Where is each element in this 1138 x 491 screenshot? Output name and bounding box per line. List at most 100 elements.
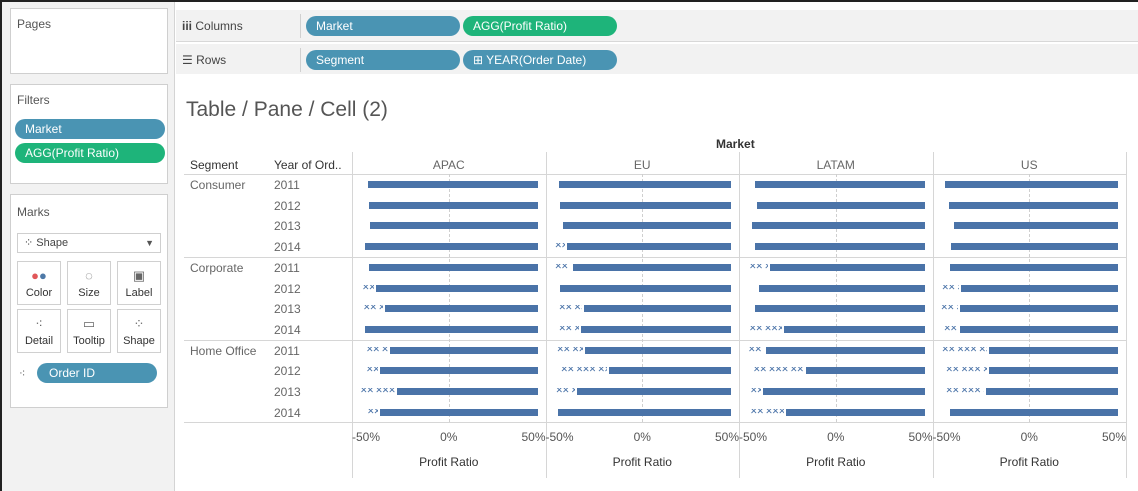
marks-color-button[interactable]: ●● Color	[17, 261, 61, 305]
year-label: 2014	[274, 405, 301, 420]
x-mark: ✕✕ ✕✕✕ ✕✕ ✕✕✕✕ ✕✕ ✕✕✕✕ ✕✕	[945, 388, 984, 395]
x-tick-label: -50%	[352, 430, 381, 445]
x-mark-band	[959, 305, 1118, 313]
year-label: 2013	[274, 219, 301, 234]
marks-tooltip-button[interactable]: ▭ Tooltip	[67, 309, 111, 353]
marks-size-label: Size	[78, 287, 100, 299]
column-header-us: US	[1020, 158, 1038, 172]
x-mark-band	[584, 346, 731, 354]
segment-label: Corporate	[190, 260, 244, 275]
column-header-eu: EU	[633, 158, 651, 172]
x-mark-band	[608, 367, 731, 375]
marks-label-button[interactable]: ▣ Label	[117, 261, 161, 305]
marks-shape-button[interactable]: ⁘ Shape	[117, 309, 161, 353]
x-mark: ✕✕ ✕✕✕ ✕✕ ✕✕✕✕ ✕✕ ✕✕✕✕ ✕✕	[366, 367, 378, 375]
x-axis-title: Profit Ratio	[806, 455, 866, 470]
rows-shelf[interactable]: ☰ Rows Segment ⊞ YEAR(Order Date)	[176, 44, 1138, 76]
year-label: 2012	[274, 281, 301, 296]
x-mark: ✕✕ ✕✕✕ ✕✕ ✕✕✕✕ ✕✕ ✕✕✕✕ ✕✕	[360, 388, 395, 395]
x-mark-band	[784, 325, 925, 333]
header-line	[184, 174, 1126, 175]
year-label: 2011	[274, 260, 300, 275]
detail-icon: ⁖	[19, 368, 26, 380]
color-dots-icon: ●●	[31, 268, 47, 283]
mark-type-value: Shape	[36, 237, 69, 249]
segment-separator	[184, 339, 1126, 341]
detail-pill-order-id[interactable]: Order ID	[37, 363, 157, 383]
left-panel: Pages Filters Market AGG(Profit Ratio) M…	[2, 2, 175, 491]
x-mark: ✕✕ ✕✕✕ ✕✕ ✕✕✕✕ ✕✕ ✕✕✕✕ ✕✕	[367, 408, 378, 416]
segment-label: Consumer	[190, 178, 246, 192]
x-tick-label: 50%	[714, 430, 739, 445]
x-mark-band	[944, 181, 1118, 188]
columns-pill-market[interactable]: Market	[306, 16, 460, 36]
x-mark: ✕✕ ✕✕✕ ✕✕ ✕✕✕✕ ✕✕ ✕✕✕✕ ✕✕	[748, 346, 764, 354]
viz-area: Table / Pane / Cell (2) Market Segment Y…	[176, 74, 1138, 491]
x-mark-band	[365, 243, 538, 251]
x-tick-label: -50%	[739, 430, 768, 445]
filters-card[interactable]: Filters Market AGG(Profit Ratio)	[10, 84, 168, 184]
marks-detail-label: Detail	[24, 335, 54, 347]
x-mark: ✕✕ ✕✕✕ ✕✕ ✕✕✕✕ ✕✕ ✕✕✕✕ ✕✕	[750, 388, 761, 395]
x-axis-title: Profit Ratio	[999, 455, 1059, 470]
marks-detail-button[interactable]: ⁖ Detail	[17, 309, 61, 353]
x-tick-label: -50%	[932, 430, 961, 445]
marks-size-button[interactable]: ◌ Size	[67, 261, 111, 305]
rows-pill-year-order-date[interactable]: ⊞ YEAR(Order Date)	[463, 50, 617, 70]
x-tick-label: 0%	[633, 430, 651, 445]
x-axis-title: Profit Ratio	[612, 455, 672, 470]
x-mark: ✕✕ ✕✕✕ ✕✕ ✕✕✕✕ ✕✕ ✕✕✕✕ ✕✕	[363, 305, 383, 313]
x-tick-label: -50%	[545, 430, 574, 445]
x-tick-label: 0%	[827, 430, 845, 445]
tooltip-icon: ▭	[82, 316, 96, 331]
size-icon: ◌	[85, 268, 93, 283]
zero-gridline	[835, 174, 837, 423]
x-mark-band	[380, 367, 538, 375]
segment-label: Home Office	[190, 343, 257, 358]
x-mark-band	[752, 222, 925, 230]
rows-label-text: Rows	[196, 53, 227, 67]
x-mark-band	[786, 408, 925, 416]
column-header-latam: LATAM	[816, 158, 855, 172]
columns-pill-profit-ratio[interactable]: AGG(Profit Ratio)	[463, 16, 617, 36]
x-mark-band	[959, 325, 1118, 333]
x-mark: ✕✕ ✕✕✕ ✕✕ ✕✕✕✕ ✕✕ ✕✕✕✕ ✕✕	[753, 367, 804, 375]
columns-label-text: Columns	[195, 19, 243, 33]
x-mark: ✕✕ ✕✕✕ ✕✕ ✕✕✕✕ ✕✕ ✕✕✕✕ ✕✕	[941, 284, 959, 292]
shape-icon: ⁘	[133, 316, 145, 331]
rows-pill-segment[interactable]: Segment	[306, 50, 460, 70]
filter-pill-market[interactable]: Market	[15, 119, 165, 139]
x-mark-band	[566, 243, 731, 251]
x-mark-band	[369, 263, 538, 271]
segment-separator	[184, 422, 1126, 424]
x-axis-title: Profit Ratio	[419, 455, 479, 470]
year-label: 2012	[274, 198, 301, 213]
year-label: 2013	[274, 302, 301, 317]
column-header-title: Market	[716, 137, 755, 151]
year-label: 2011	[274, 343, 300, 358]
x-mark-band	[948, 201, 1118, 209]
x-mark: ✕✕ ✕✕✕ ✕✕ ✕✕✕✕ ✕✕ ✕✕✕✕ ✕✕	[750, 408, 784, 416]
columns-shelf[interactable]: iii Columns Market AGG(Profit Ratio)	[176, 10, 1138, 42]
pane-separator	[1126, 152, 1127, 479]
year-label: 2012	[274, 364, 301, 379]
rows-shelf-label: ☰ Rows	[182, 44, 226, 76]
columns-shelf-label: iii Columns	[182, 10, 243, 42]
mark-type-select[interactable]: ⁘ Shape ▼	[17, 233, 161, 253]
x-mark-band	[580, 325, 731, 333]
x-mark-band	[985, 388, 1118, 395]
pages-card[interactable]: Pages	[10, 8, 168, 74]
marks-tooltip-label: Tooltip	[73, 335, 105, 347]
x-mark: ✕✕ ✕✕✕ ✕✕ ✕✕✕✕ ✕✕ ✕✕✕✕ ✕✕	[560, 367, 607, 375]
filters-title: Filters	[17, 93, 50, 107]
year-label: 2013	[274, 385, 301, 399]
filter-pill-profit-ratio[interactable]: AGG(Profit Ratio)	[15, 143, 165, 163]
x-mark-band	[368, 181, 538, 188]
row-header-year: Year of Ord..	[274, 158, 342, 172]
x-mark: ✕✕ ✕✕✕ ✕✕ ✕✕✕✕ ✕✕ ✕✕✕✕ ✕✕	[555, 388, 575, 395]
rows-icon: ☰	[182, 53, 193, 67]
x-mark: ✕✕ ✕✕✕ ✕✕ ✕✕✕✕ ✕✕ ✕✕✕✕ ✕✕	[558, 325, 579, 333]
x-mark-band	[949, 263, 1118, 271]
shelf-divider	[300, 14, 301, 38]
x-mark-band	[576, 388, 731, 395]
